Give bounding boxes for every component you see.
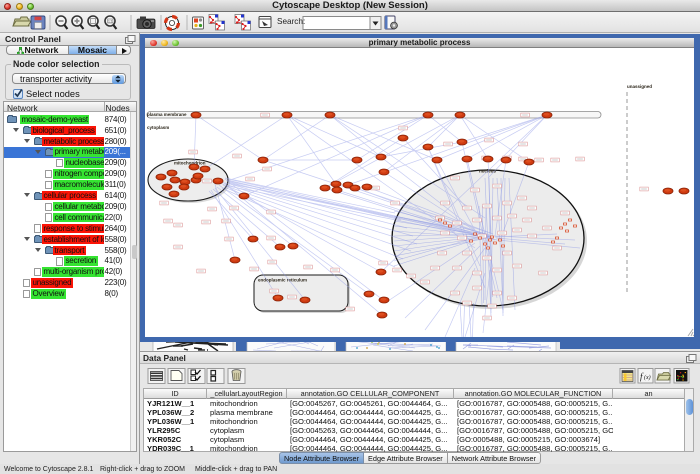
svg-text:cytoplasm: cytoplasm [147, 125, 169, 130]
svg-text:1:1: 1:1 [108, 20, 113, 24]
svg-text:plasma membrane: plasma membrane [147, 112, 187, 117]
svg-text:(x): (x) [644, 374, 651, 381]
svg-text:unassigned: unassigned [627, 84, 652, 89]
